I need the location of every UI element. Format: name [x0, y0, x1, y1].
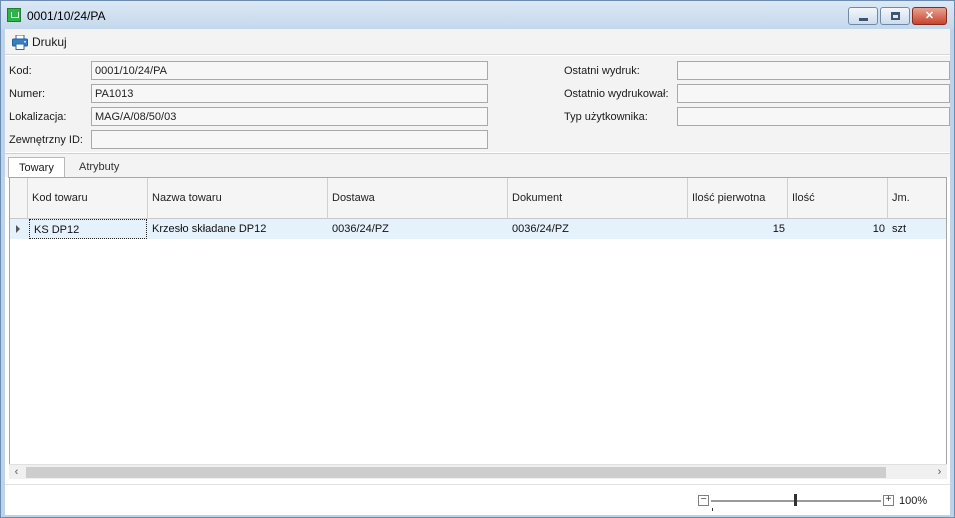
grid-header: Kod towaru Nazwa towaru Dostawa Dokument… [10, 178, 946, 219]
scroll-right-icon[interactable]: › [932, 465, 947, 480]
tab-atrybuty[interactable]: Atrybuty [69, 157, 129, 178]
maximize-button[interactable] [880, 7, 910, 25]
print-button[interactable]: Drukuj [10, 32, 80, 52]
restore-icon [891, 12, 900, 20]
row-pointer-icon [16, 225, 20, 233]
cell-dostawa[interactable]: 0036/24/PZ [328, 219, 508, 239]
cell-dokument[interactable]: 0036/24/PZ [508, 219, 688, 239]
numer-label: Numer: [9, 88, 46, 100]
cell-ilosc-pierwotna[interactable]: 15 [688, 219, 788, 239]
column-header-dokument[interactable]: Dokument [508, 178, 688, 219]
ostatni-wydruk-label: Ostatni wydruk: [564, 65, 640, 77]
header-form: Kod: 0001/10/24/PA Numer: PA1013 Lokaliz… [5, 56, 950, 152]
minimize-button[interactable] [848, 7, 878, 25]
ostatnio-wydrukowal-label: Ostatnio wydrukował: [564, 88, 669, 100]
numer-field[interactable]: PA1013 [91, 84, 488, 103]
tab-strip: Towary Atrybuty [5, 153, 950, 178]
toolbar: Drukuj [5, 29, 950, 55]
column-header-kod-towaru[interactable]: Kod towaru [28, 178, 148, 219]
window-content: Drukuj Kod: 0001/10/24/PA Numer: PA1013 … [5, 29, 950, 515]
cell-kod-towaru[interactable]: KS DP12 [29, 219, 147, 239]
print-label: Drukuj [32, 35, 67, 49]
column-header-jm[interactable]: Jm. [888, 178, 946, 219]
close-icon: ✕ [924, 10, 935, 22]
column-header-dostawa[interactable]: Dostawa [328, 178, 508, 219]
items-grid[interactable]: Kod towaru Nazwa towaru Dostawa Dokument… [9, 177, 947, 479]
typ-uzytkownika-field[interactable] [677, 107, 950, 126]
printer-icon [12, 35, 28, 50]
column-header-ilosc[interactable]: Ilość [788, 178, 888, 219]
tab-towary[interactable]: Towary [8, 157, 65, 178]
column-header-ilosc-pierwotna[interactable]: Ilość pierwotna [688, 178, 788, 219]
horizontal-scrollbar[interactable]: ‹ › [9, 464, 947, 479]
zewnetrzny-id-field[interactable] [91, 130, 488, 149]
title-bar[interactable]: 0001/10/24/PA ✕ [1, 1, 954, 29]
ostatnio-wydrukowal-field[interactable] [677, 84, 950, 103]
cell-ilosc[interactable]: 10 [788, 219, 888, 239]
zoom-in-button[interactable]: + [883, 495, 894, 506]
zewnetrzny-id-label: Zewnętrzny ID: [9, 134, 83, 146]
scroll-left-icon[interactable]: ‹ [9, 465, 24, 480]
zoom-level: 100% [899, 495, 928, 507]
ostatni-wydruk-field[interactable] [677, 61, 950, 80]
row-indicator-header [10, 178, 28, 219]
minimize-icon [859, 18, 868, 21]
window-title: 0001/10/24/PA [27, 9, 106, 23]
document-window: 0001/10/24/PA ✕ Drukuj Kod: 0001/10/24/P… [0, 0, 955, 518]
cell-jm[interactable]: szt [888, 219, 946, 239]
table-row[interactable]: KS DP12 Krzesło składane DP12 0036/24/PZ… [10, 219, 946, 239]
lokalizacja-label: Lokalizacja: [9, 111, 67, 123]
status-bar: − + 100% [5, 484, 950, 515]
zoom-out-button[interactable]: − [698, 495, 709, 506]
kod-label: Kod: [9, 65, 32, 77]
typ-uzytkownika-label: Typ użytkownika: [564, 111, 648, 123]
basket-icon [7, 8, 21, 22]
zoom-tick [712, 508, 713, 511]
column-header-nazwa-towaru[interactable]: Nazwa towaru [148, 178, 328, 219]
cell-nazwa-towaru[interactable]: Krzesło składane DP12 [148, 219, 328, 239]
lokalizacja-field[interactable]: MAG/A/08/50/03 [91, 107, 488, 126]
scrollbar-thumb[interactable] [26, 467, 886, 478]
zoom-slider-handle[interactable] [794, 494, 797, 506]
close-button[interactable]: ✕ [912, 7, 947, 25]
kod-field[interactable]: 0001/10/24/PA [91, 61, 488, 80]
